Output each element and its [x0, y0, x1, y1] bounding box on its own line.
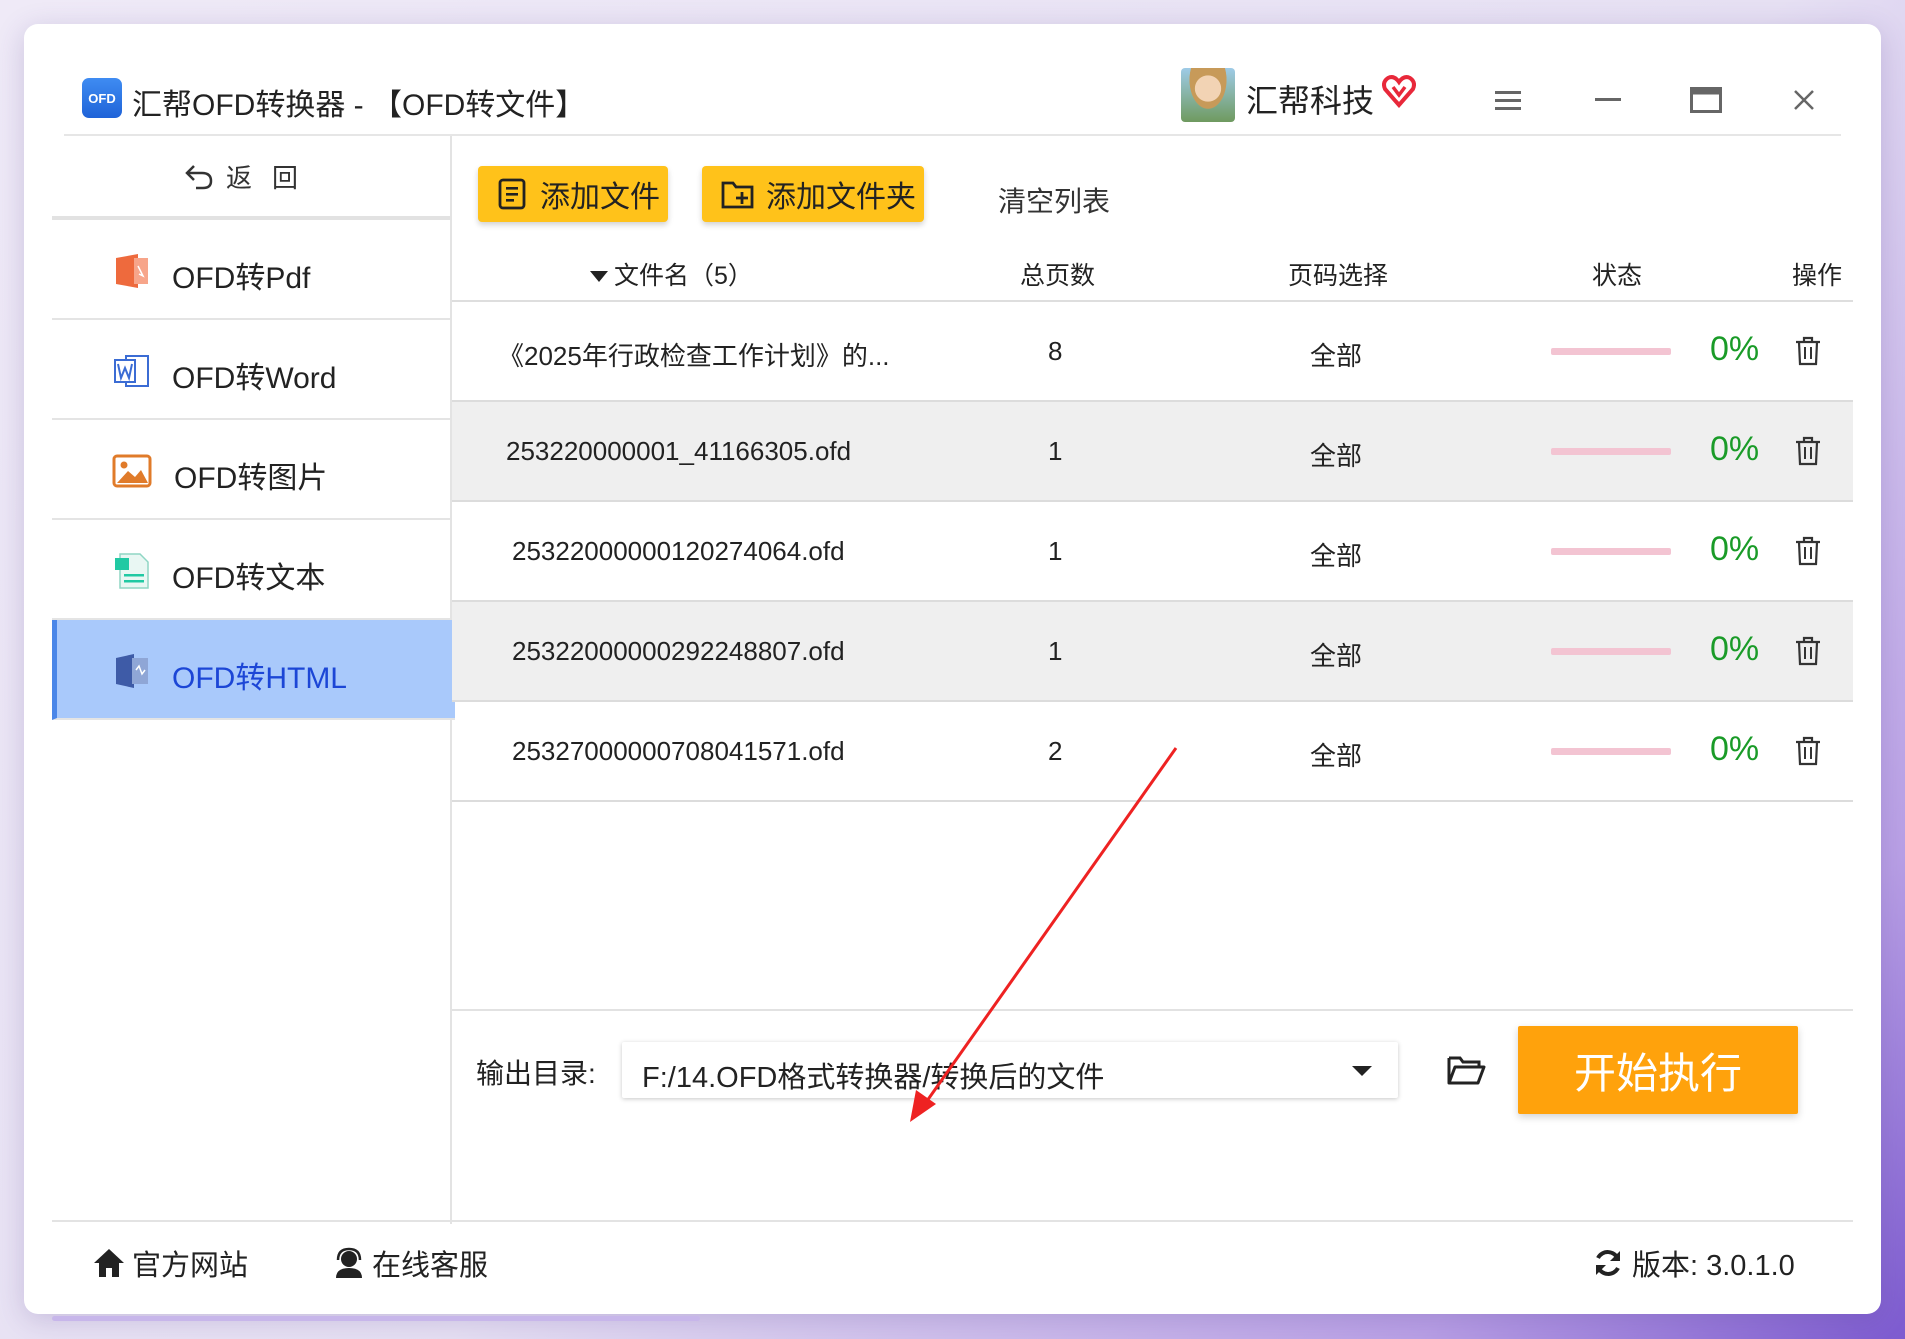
pdf-icon	[116, 254, 148, 288]
refresh-icon[interactable]	[1592, 1247, 1624, 1279]
official-website-label: 官方网站	[132, 1250, 249, 1282]
start-button[interactable]: 开始执行	[1518, 1026, 1798, 1114]
app-logo-icon: OFD	[82, 78, 122, 118]
home-icon	[94, 1249, 124, 1277]
open-folder-icon[interactable]	[1446, 1052, 1486, 1088]
word-icon	[114, 355, 149, 387]
footer-divider	[52, 1220, 1853, 1222]
back-label: 返回	[225, 162, 318, 193]
html-icon	[116, 654, 148, 688]
image-icon	[112, 454, 152, 488]
sidebar-item-ofd-to-text[interactable]: OFD转文本	[52, 520, 450, 620]
official-website-link[interactable]: 官方网站	[92, 1242, 248, 1284]
sidebar: 返回 OFD转Pdf OFD转Word OFD转图片 OFD转文本 OFD转HT…	[52, 136, 455, 1224]
output-dir-select[interactable]: F:/14.OFD格式转换器/转换后的文件	[622, 1042, 1398, 1098]
sidebar-item-label: OFD转文本	[172, 562, 326, 595]
online-support-link[interactable]: 在线客服	[332, 1242, 488, 1284]
sidebar-item-label: OFD转图片	[174, 462, 328, 495]
sidebar-item-ofd-to-image[interactable]: OFD转图片	[52, 420, 450, 520]
version-info: 版本: 3.0.1.0	[1592, 1242, 1795, 1284]
sidebar-item-ofd-to-word[interactable]: OFD转Word	[52, 320, 450, 420]
support-agent-icon	[336, 1247, 362, 1278]
text-icon	[115, 553, 149, 589]
sidebar-item-label: OFD转Pdf	[172, 262, 311, 295]
online-support-label: 在线客服	[372, 1250, 489, 1282]
output-dir-label: 输出目录:	[476, 1058, 596, 1089]
back-arrow-icon	[185, 165, 213, 190]
output-dir-value: F:/14.OFD格式转换器/转换后的文件	[642, 1062, 1105, 1094]
back-button[interactable]: 返回	[52, 136, 450, 220]
sidebar-item-label: OFD转Word	[172, 362, 337, 395]
output-bar: 输出目录: F:/14.OFD格式转换器/转换后的文件 开始执行	[452, 24, 1853, 1314]
sidebar-item-ofd-to-html[interactable]: OFD转HTML	[52, 620, 455, 720]
app-window: OFD 汇帮OFD转换器 - 【OFD转文件】 汇帮科技 返回 OFD转Pdf …	[24, 24, 1881, 1314]
sidebar-item-label: OFD转HTML	[172, 662, 347, 695]
version-label: 版本: 3.0.1.0	[1632, 1250, 1795, 1282]
output-divider	[452, 1009, 1853, 1011]
chevron-down-icon	[1352, 1066, 1372, 1076]
window-shadow-strip	[52, 1316, 700, 1321]
sidebar-item-ofd-to-pdf[interactable]: OFD转Pdf	[52, 220, 450, 320]
